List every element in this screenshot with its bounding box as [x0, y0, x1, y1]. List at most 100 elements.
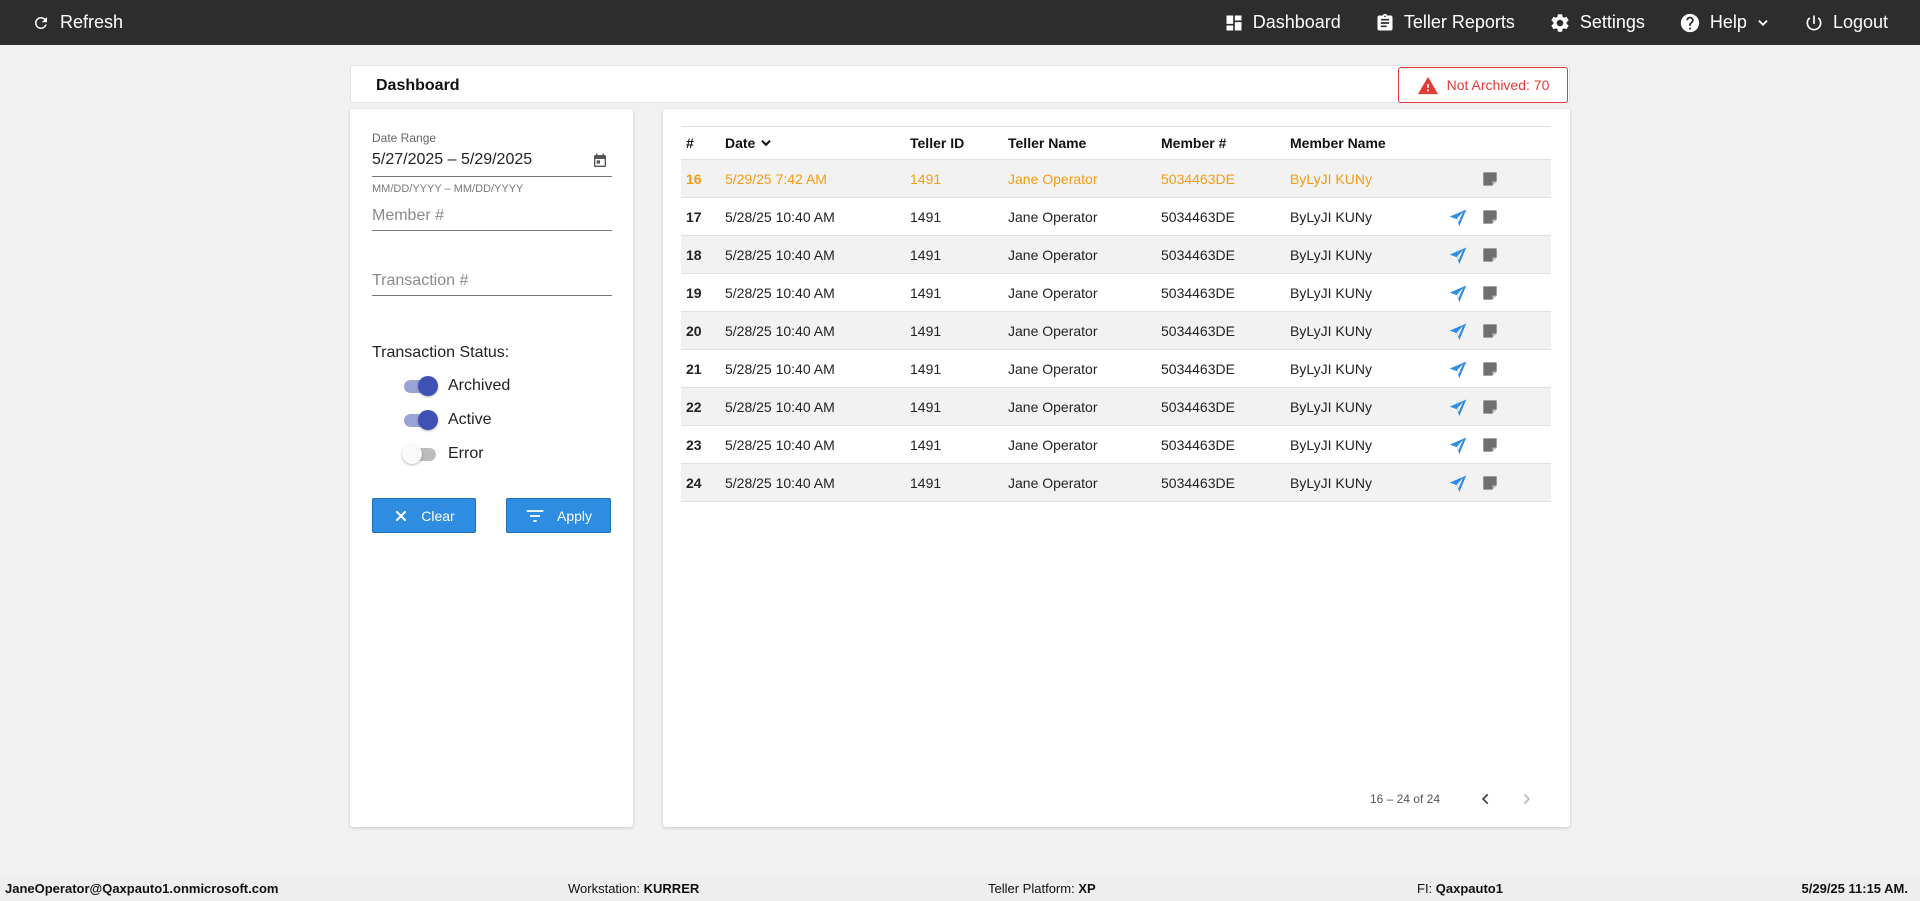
send-icon[interactable]: [1448, 435, 1468, 455]
row-date: 5/28/25 10:40 AM: [725, 284, 835, 301]
note-icon[interactable]: [1480, 283, 1500, 303]
error-label: Error: [448, 445, 484, 462]
dashboard-header: Dashboard Not Archived: 70: [350, 65, 1570, 103]
nav-teller-reports[interactable]: Teller Reports: [1375, 12, 1515, 33]
row-actions: [1448, 312, 1551, 350]
note-icon[interactable]: [1480, 397, 1500, 417]
row-number: 19: [686, 284, 702, 301]
row-teller-id: 1491: [910, 322, 942, 339]
row-date: 5/28/25 10:40 AM: [725, 360, 835, 377]
row-date: 5/28/25 10:40 AM: [725, 208, 835, 225]
nav-dashboard[interactable]: Dashboard: [1224, 12, 1341, 33]
row-teller-name: Jane Operator: [1008, 246, 1098, 263]
nav-settings[interactable]: Settings: [1549, 12, 1645, 34]
row-number: 22: [686, 398, 702, 415]
row-member-number: 5034463DE: [1161, 360, 1235, 377]
error-switch[interactable]: [402, 444, 438, 464]
table-row[interactable]: 16 5/29/25 7:42 AM 1491 Jane Operator 503446…: [681, 159, 1551, 198]
chevron-down-icon: [1758, 19, 1768, 26]
table-row[interactable]: 17 5/28/25 10:40 AM 1491 Jane Operator 50344…: [681, 197, 1551, 236]
date-range-hint: MM/DD/YYYY – MM/DD/YYYY: [372, 183, 524, 195]
date-range-value: 5/27/2025 – 5/29/2025: [372, 151, 533, 168]
row-teller-name: Jane Operator: [1008, 284, 1098, 301]
table-row[interactable]: 22 5/28/25 10:40 AM 1491 Jane Operator 50344…: [681, 387, 1551, 426]
send-icon[interactable]: [1448, 473, 1468, 493]
row-member-name: ByLyJI KUNy: [1290, 284, 1372, 301]
archived-switch[interactable]: [402, 376, 438, 396]
col-number: #: [686, 135, 694, 151]
table-row[interactable]: 18 5/28/25 10:40 AM 1491 Jane Operator 50344…: [681, 235, 1551, 274]
row-teller-id: 1491: [910, 360, 942, 377]
note-icon[interactable]: [1480, 245, 1500, 265]
send-icon[interactable]: [1448, 245, 1468, 265]
table-row[interactable]: 19 5/28/25 10:40 AM 1491 Jane Operator 50344…: [681, 273, 1551, 312]
previous-page-button[interactable]: [1474, 787, 1498, 811]
note-icon[interactable]: [1480, 321, 1500, 341]
table-row[interactable]: 20 5/28/25 10:40 AM 1491 Jane Operator 50344…: [681, 311, 1551, 350]
row-actions: [1448, 236, 1551, 274]
nav-help-label: Help: [1709, 12, 1747, 32]
row-member-number: 5034463DE: [1161, 474, 1235, 491]
filter-icon: [526, 509, 544, 522]
note-icon[interactable]: [1480, 435, 1500, 455]
row-teller-name: Jane Operator: [1008, 360, 1098, 377]
nav-dashboard-label: Dashboard: [1252, 12, 1341, 32]
note-icon[interactable]: [1480, 169, 1500, 189]
row-member-name: ByLyJI KUNy: [1290, 360, 1372, 377]
help-icon: [1680, 13, 1700, 32]
member-number-input[interactable]: [372, 203, 612, 229]
table-row[interactable]: 21 5/28/25 10:40 AM 1491 Jane Operator 50344…: [681, 349, 1551, 388]
send-icon[interactable]: [1448, 207, 1468, 227]
col-date[interactable]: Date: [725, 127, 910, 160]
status-fi: FI: Qaxpauto1: [1417, 881, 1503, 896]
chevron-right-icon: [1523, 793, 1531, 805]
note-icon[interactable]: [1480, 359, 1500, 379]
row-member-number: 5034463DE: [1161, 436, 1235, 453]
note-icon[interactable]: [1480, 207, 1500, 227]
row-member-name: ByLyJI KUNy: [1290, 398, 1372, 415]
table-row[interactable]: 23 5/28/25 10:40 AM 1491 Jane Operator 50344…: [681, 425, 1551, 464]
send-icon[interactable]: [1448, 283, 1468, 303]
refresh-icon: [34, 16, 47, 29]
row-member-name: ByLyJI KUNy: [1290, 436, 1372, 453]
status-user: JaneOperator@Qaxpauto1.onmicrosoft.com: [5, 881, 279, 896]
col-member-name: Member Name: [1290, 135, 1386, 151]
table-row[interactable]: 24 5/28/25 10:40 AM 1491 Jane Operator 50344…: [681, 463, 1551, 502]
nav-help[interactable]: Help: [1679, 12, 1770, 34]
transaction-number-field: [372, 268, 612, 296]
date-range-field[interactable]: 5/27/2025 – 5/29/2025: [372, 149, 612, 177]
clipboard-icon: [1377, 13, 1393, 31]
filter-panel: Date Range 5/27/2025 – 5/29/2025 MM/DD/Y…: [350, 109, 633, 827]
send-icon[interactable]: [1448, 397, 1468, 417]
toggle-archived: Archived: [402, 376, 510, 396]
pagination-range: 16 – 24 of 24: [1369, 792, 1440, 806]
row-member-number: 5034463DE: [1161, 208, 1235, 225]
send-icon[interactable]: [1448, 321, 1468, 341]
status-datetime: 5/29/25 11:15 AM.: [1801, 881, 1908, 896]
table-body: 16 5/29/25 7:42 AM 1491 Jane Operator 503446…: [681, 159, 1551, 502]
col-date-label: Date: [725, 135, 756, 151]
not-archived-badge[interactable]: Not Archived: 70: [1398, 67, 1568, 103]
sort-chevron-down-icon: [761, 139, 772, 147]
row-date: 5/28/25 10:40 AM: [725, 398, 835, 415]
active-switch[interactable]: [402, 410, 438, 430]
col-teller-name: Teller Name: [1008, 135, 1087, 151]
calendar-icon[interactable]: [592, 153, 608, 169]
row-date: 5/28/25 10:40 AM: [725, 436, 835, 453]
nav-logout[interactable]: Logout: [1804, 12, 1888, 33]
row-actions: [1448, 198, 1551, 236]
send-icon[interactable]: [1448, 359, 1468, 379]
row-member-name: ByLyJI KUNy: [1290, 474, 1372, 491]
close-icon: [395, 510, 407, 521]
apply-button[interactable]: Apply: [506, 498, 611, 533]
row-teller-name: Jane Operator: [1008, 170, 1098, 187]
refresh-button[interactable]: Refresh: [32, 0, 123, 45]
clear-button[interactable]: Clear: [372, 498, 476, 533]
clear-label: Clear: [421, 507, 455, 524]
nav-settings-label: Settings: [1579, 12, 1645, 32]
nav-teller-reports-label: Teller Reports: [1403, 12, 1515, 32]
next-page-button[interactable]: [1514, 787, 1538, 811]
transaction-number-input[interactable]: [372, 268, 612, 294]
row-actions: [1448, 388, 1551, 426]
note-icon[interactable]: [1480, 473, 1500, 493]
